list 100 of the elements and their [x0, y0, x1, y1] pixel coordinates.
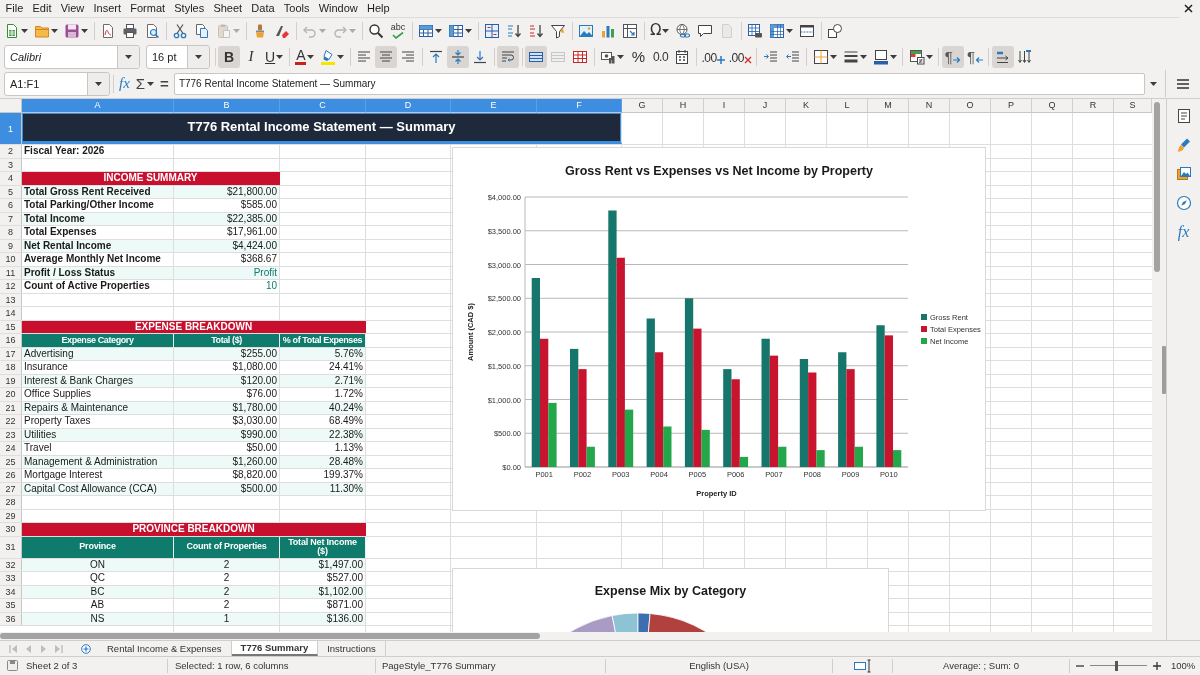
formula-button[interactable]: =	[157, 72, 172, 95]
sheet-tab[interactable]: T776 Summary	[231, 641, 319, 656]
menu-item[interactable]: Data	[246, 1, 280, 16]
column-header[interactable]: K	[786, 99, 827, 113]
check-icon	[392, 31, 404, 39]
row-header[interactable]: 26	[0, 469, 22, 482]
align-middle-button[interactable]	[447, 45, 470, 68]
row-header[interactable]: 8	[0, 226, 22, 239]
table-cell: Province	[22, 536, 174, 558]
menu-item[interactable]: File	[1, 1, 28, 16]
table-printer-icon	[747, 22, 764, 39]
caret-down-icon	[307, 54, 315, 59]
copy-icon	[194, 22, 210, 39]
italic-button[interactable]: I	[240, 45, 262, 68]
menu-item[interactable]: Window	[314, 1, 363, 16]
caret-down-icon	[925, 54, 933, 59]
row-header[interactable]: 33	[0, 572, 22, 585]
font-size-field[interactable]: 16 pt	[146, 44, 210, 69]
row-header[interactable]: 18	[0, 361, 22, 374]
percent-format-button[interactable]: %	[627, 45, 650, 68]
column-header[interactable]: R	[1073, 99, 1114, 113]
row-header[interactable]: 10	[0, 253, 22, 266]
row-header[interactable]: 30	[0, 523, 22, 536]
menu-item[interactable]: Tools	[279, 1, 315, 16]
wrap-text-button[interactable]	[497, 45, 520, 68]
dropdown-button[interactable]	[117, 45, 139, 68]
align-bottom-icon	[472, 48, 489, 65]
menu-item[interactable]: Format	[125, 1, 170, 16]
menu-item[interactable]: Sheet	[208, 1, 247, 16]
bold-button[interactable]: B	[218, 45, 240, 68]
caret-down-icon	[662, 28, 670, 33]
row-header[interactable]: 22	[0, 415, 22, 428]
column-header[interactable]: Q	[1032, 99, 1073, 113]
right-to-left-button[interactable]: ¶	[963, 45, 986, 68]
chart-title: Gross Rent vs Expenses vs Net Income by Property	[565, 164, 873, 178]
font-name-field[interactable]: Calibri	[4, 44, 140, 69]
name-box[interactable]: A1:F1	[4, 71, 110, 96]
row-header[interactable]: 16	[0, 334, 22, 347]
delete-decimal-button[interactable]: .00	[726, 45, 754, 68]
column-header[interactable]: J	[745, 99, 786, 113]
slider-thumb[interactable]	[1115, 660, 1119, 671]
merge-center-button[interactable]	[525, 45, 548, 68]
menu-item[interactable]: Edit	[27, 1, 57, 16]
underline-button[interactable]: U	[262, 45, 287, 68]
font-color-button[interactable]: A	[292, 45, 318, 68]
spelling-button[interactable]: abc	[387, 19, 409, 42]
row-header[interactable]: 4	[0, 172, 22, 185]
row-header[interactable]: 14	[0, 307, 22, 320]
plus-icon	[716, 55, 725, 64]
function-wizard-button[interactable]: fx	[116, 72, 133, 95]
column-header[interactable]: G	[622, 99, 663, 113]
formula-input-field[interactable]: T776 Rental Income Statement — Summary	[173, 72, 1145, 95]
dropdown-button[interactable]	[87, 72, 109, 95]
window-split-icon	[799, 22, 816, 39]
menu-item[interactable]: Help	[362, 1, 395, 16]
first-arrow-icon	[8, 643, 19, 654]
sum-button[interactable]: Σ	[132, 72, 158, 95]
row-header[interactable]: 20	[0, 388, 22, 401]
left-to-right-button[interactable]: ¶	[941, 45, 964, 68]
chart-title: Expense Mix by Category	[594, 583, 747, 599]
row-header[interactable]: 31	[0, 536, 22, 558]
sidebar-handle[interactable]	[1162, 345, 1166, 394]
column-header[interactable]: O	[950, 99, 991, 113]
column-header[interactable]: P	[991, 99, 1032, 113]
globe-link-icon	[675, 22, 692, 39]
functions-button[interactable]: fx	[1171, 220, 1196, 244]
dropdown-button[interactable]	[187, 45, 209, 68]
menu-item[interactable]: Insert	[88, 1, 126, 16]
menu-item[interactable]: Styles	[169, 1, 209, 16]
special-character-button[interactable]: Ω	[647, 19, 673, 42]
row-header[interactable]: 24	[0, 442, 22, 455]
column-header[interactable]: L	[827, 99, 868, 113]
column-header[interactable]: S	[1114, 99, 1152, 113]
caret-down-icon	[617, 54, 625, 59]
row-header[interactable]: 6	[0, 199, 22, 212]
row-header[interactable]: 2	[0, 145, 22, 158]
row-header[interactable]: 12	[0, 280, 22, 293]
add-decimal-button[interactable]: .00	[699, 45, 727, 68]
caret-down-icon	[1149, 81, 1157, 86]
speech-bubble-icon	[697, 22, 714, 39]
column-header[interactable]: H	[663, 99, 704, 113]
scrollbar-thumb[interactable]	[1154, 102, 1160, 272]
caret-down-icon	[125, 54, 132, 59]
indent-icon	[762, 48, 779, 65]
close-icon	[1183, 4, 1193, 13]
row-header[interactable]: 28	[0, 496, 22, 509]
align-right-icon	[400, 48, 417, 65]
menu-item[interactable]: View	[56, 1, 89, 16]
table-cell: Total ($)	[174, 334, 280, 347]
last-arrow-icon	[53, 643, 64, 654]
column-header[interactable]: N	[909, 99, 950, 113]
number-format-button[interactable]: 0.0	[649, 45, 672, 68]
column-header[interactable]: M	[868, 99, 909, 113]
zoom-level[interactable]: 100%	[1171, 660, 1196, 671]
selection-mode-button[interactable]	[852, 658, 873, 673]
scrollbar-thumb[interactable]	[0, 633, 540, 639]
text-direction-button[interactable]	[991, 45, 1014, 68]
add-sheet-button[interactable]	[78, 641, 94, 656]
row-header[interactable]: 35	[0, 599, 22, 612]
column-header[interactable]: I	[704, 99, 745, 113]
